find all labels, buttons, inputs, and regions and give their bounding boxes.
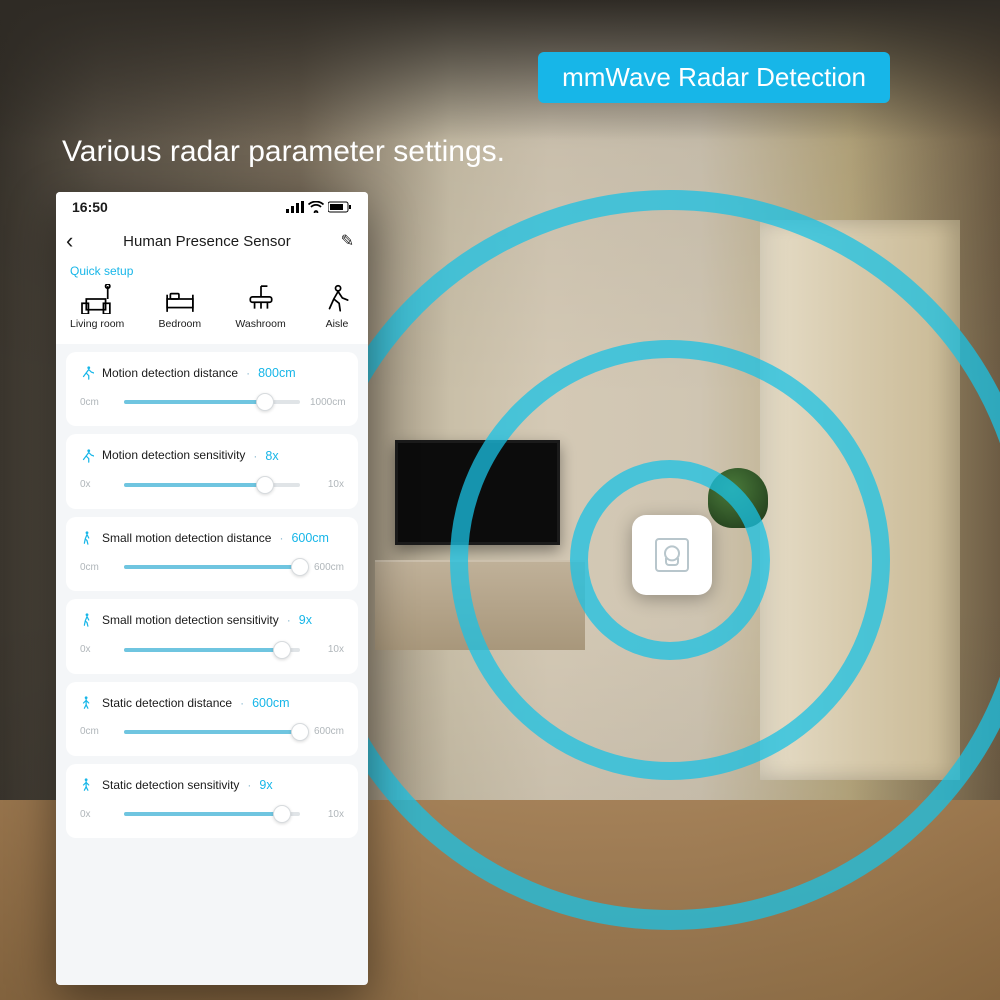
room-label: Living room — [70, 318, 124, 330]
slider-header: Small motion detection sensitivity · 9x — [80, 613, 344, 627]
slider-max-label: 10x — [310, 809, 344, 820]
slider-card-1: Motion detection sensitivity · 8x 0x 10x — [66, 434, 358, 508]
slider-min-label: 0x — [80, 479, 114, 490]
slider-max-label: 600cm — [310, 726, 344, 737]
room-preset-aisle[interactable]: Aisle — [320, 284, 354, 330]
signal-icon — [286, 201, 304, 213]
slider-track[interactable] — [124, 559, 300, 575]
slider-thumb[interactable] — [291, 558, 309, 576]
slider-track[interactable] — [124, 806, 300, 822]
room-preset-bedroom[interactable]: Bedroom — [159, 284, 202, 330]
slider-title: Motion detection distance — [102, 366, 238, 380]
headline: Various radar parameter settings. — [62, 135, 505, 169]
slider-value: 8x — [265, 449, 278, 463]
slider-track[interactable] — [124, 477, 300, 493]
room-preset-washroom[interactable]: Washroom — [235, 284, 285, 330]
slider-list: Motion detection distance · 800cm 0cm 10… — [56, 344, 368, 846]
run-icon — [80, 449, 94, 463]
stand-icon — [80, 696, 94, 710]
slider-max-label: 1000cm — [310, 397, 344, 408]
slider-track[interactable] — [124, 394, 300, 410]
slider-value: 9x — [259, 778, 272, 792]
slider-title: Static detection distance — [102, 696, 232, 710]
slider-row: 0cm 600cm — [80, 724, 344, 740]
run-icon — [80, 366, 94, 380]
slider-card-4: Static detection distance · 600cm 0cm 60… — [66, 682, 358, 756]
quick-setup-section: Quick setup Living room Bedroom Washroom… — [56, 260, 368, 344]
slider-card-3: Small motion detection sensitivity · 9x … — [66, 599, 358, 673]
slider-thumb[interactable] — [273, 805, 291, 823]
aisle-icon — [320, 284, 354, 314]
bedroom-icon — [163, 284, 197, 314]
separator-dot: · — [247, 778, 251, 792]
slider-card-0: Motion detection distance · 800cm 0cm 10… — [66, 352, 358, 426]
slider-row: 0x 10x — [80, 477, 344, 493]
slider-value: 800cm — [258, 366, 296, 380]
slider-header: Static detection sensitivity · 9x — [80, 778, 344, 792]
walk-icon — [80, 531, 94, 545]
slider-row: 0cm 1000cm — [80, 394, 344, 410]
slider-row: 0x 10x — [80, 642, 344, 658]
back-button[interactable]: ‹ — [66, 228, 73, 254]
washroom-icon — [244, 284, 278, 314]
slider-min-label: 0cm — [80, 562, 114, 573]
slider-track[interactable] — [124, 642, 300, 658]
slider-header: Small motion detection distance · 600cm — [80, 531, 344, 545]
room-label: Washroom — [235, 318, 285, 330]
person-icon — [655, 538, 689, 572]
room-label: Aisle — [326, 318, 349, 330]
slider-min-label: 0cm — [80, 726, 114, 737]
slider-max-label: 10x — [310, 644, 344, 655]
slider-card-5: Static detection sensitivity · 9x 0x 10x — [66, 764, 358, 838]
slider-thumb[interactable] — [291, 723, 309, 741]
slider-value: 9x — [299, 613, 312, 627]
slider-min-label: 0cm — [80, 397, 114, 408]
stand-icon — [80, 778, 94, 792]
page-title: Human Presence Sensor — [123, 233, 291, 250]
battery-icon — [328, 201, 352, 213]
separator-dot: · — [246, 366, 250, 380]
product-badge: mmWave Radar Detection — [538, 52, 890, 103]
slider-min-label: 0x — [80, 644, 114, 655]
sensor-device — [632, 515, 712, 595]
edit-button[interactable]: ✎ — [341, 231, 354, 251]
separator-dot: · — [240, 696, 244, 710]
walk-icon — [80, 613, 94, 627]
separator-dot: · — [253, 449, 257, 463]
slider-thumb[interactable] — [273, 641, 291, 659]
slider-max-label: 10x — [310, 479, 344, 490]
slider-row: 0x 10x — [80, 806, 344, 822]
slider-header: Static detection distance · 600cm — [80, 696, 344, 710]
separator-dot: · — [279, 531, 283, 545]
wifi-icon — [308, 201, 324, 213]
quick-setup-rooms: Living room Bedroom Washroom Aisle — [70, 284, 354, 330]
slider-thumb[interactable] — [256, 476, 274, 494]
slider-card-2: Small motion detection distance · 600cm … — [66, 517, 358, 591]
slider-thumb[interactable] — [256, 393, 274, 411]
phone-mockup: 16:50 ‹ Human Presence Sensor ✎ Quick se… — [56, 192, 368, 985]
living-icon — [80, 284, 114, 314]
slider-value: 600cm — [252, 696, 290, 710]
slider-row: 0cm 600cm — [80, 559, 344, 575]
quick-setup-label: Quick setup — [70, 264, 354, 278]
slider-track[interactable] — [124, 724, 300, 740]
slider-title: Small motion detection sensitivity — [102, 613, 279, 627]
slider-header: Motion detection sensitivity · 8x — [80, 448, 344, 462]
slider-min-label: 0x — [80, 809, 114, 820]
status-time: 16:50 — [72, 199, 108, 215]
status-bar: 16:50 — [56, 192, 368, 222]
room-label: Bedroom — [159, 318, 202, 330]
slider-max-label: 600cm — [310, 562, 344, 573]
slider-value: 600cm — [291, 531, 329, 545]
separator-dot: · — [287, 613, 291, 627]
slider-title: Small motion detection distance — [102, 531, 271, 545]
app-header: ‹ Human Presence Sensor ✎ — [56, 222, 368, 260]
slider-title: Static detection sensitivity — [102, 778, 239, 792]
status-icons — [286, 201, 352, 213]
room-preset-living[interactable]: Living room — [70, 284, 124, 330]
slider-header: Motion detection distance · 800cm — [80, 366, 344, 380]
slider-title: Motion detection sensitivity — [102, 448, 245, 462]
